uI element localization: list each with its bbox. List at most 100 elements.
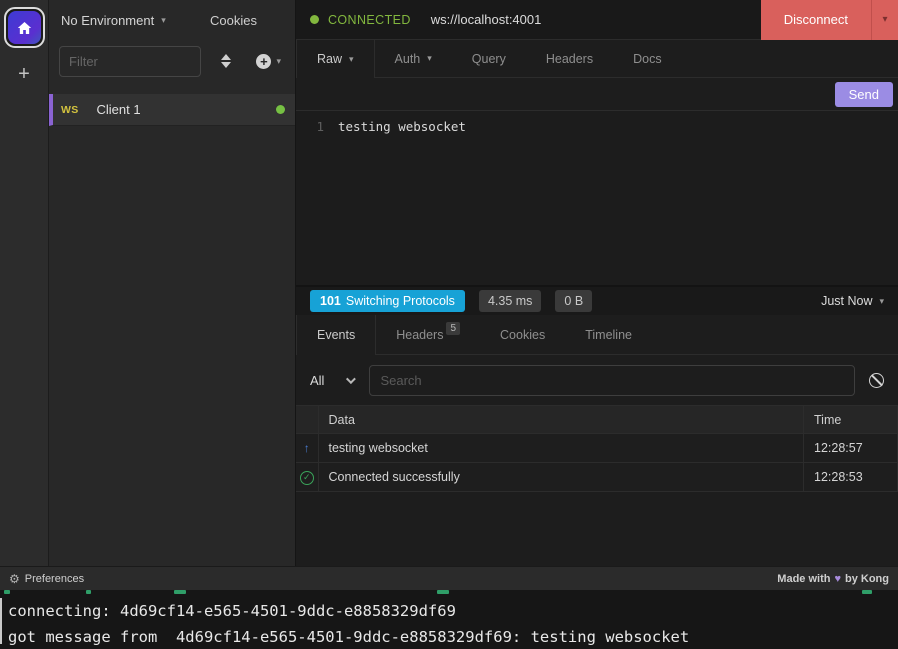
tab-timeline[interactable]: Timeline [565, 315, 652, 354]
event-row-outgoing[interactable]: ↑ testing websocket 12:28:57 [296, 434, 898, 463]
status-footer: ⚙ Preferences Made with ♥ by Kong [0, 566, 898, 590]
sidebar-filter-input[interactable] [59, 46, 201, 77]
tab-docs[interactable]: Docs [613, 40, 681, 77]
event-search-input[interactable] [369, 365, 855, 396]
clipped-terminal-text [174, 590, 186, 594]
send-button[interactable]: Send [835, 82, 893, 107]
preferences-button[interactable]: ⚙ Preferences [9, 572, 84, 586]
terminal[interactable]: connecting: 4d69cf14-e565-4501-9ddc-e885… [0, 590, 898, 649]
tab-response-cookies[interactable]: Cookies [480, 315, 565, 354]
tab-auth-label: Auth [395, 52, 421, 66]
sidebar: No Environment ▾ Cookies + ▾ WS Client 1 [48, 0, 296, 566]
ws-protocol-tag: WS [61, 104, 79, 116]
tab-query-label: Query [472, 52, 506, 66]
clear-events-icon[interactable] [869, 373, 884, 388]
chevron-down-icon: ▾ [427, 54, 432, 63]
client-name: Client 1 [97, 102, 141, 117]
websocket-url[interactable]: ws://localhost:4001 [431, 12, 542, 27]
clipped-terminal-text [4, 590, 10, 594]
tab-raw[interactable]: Raw ▾ [296, 40, 375, 78]
events-table-header: Data Time [296, 406, 898, 434]
event-data-cell: testing websocket [318, 434, 804, 463]
new-project-button[interactable]: + [18, 64, 30, 84]
headers-count-badge: 5 [446, 322, 460, 335]
sent-message-icon: ↑ [304, 441, 310, 455]
tab-timeline-label: Timeline [585, 328, 632, 342]
sort-icon[interactable] [221, 54, 231, 68]
status-code: 101 [320, 294, 341, 308]
tab-response-headers[interactable]: Headers 5 [376, 315, 480, 354]
main-panel: CONNECTED ws://localhost:4001 Disconnect… [296, 0, 898, 566]
environment-label: No Environment [61, 13, 154, 28]
terminal-line: connecting: 4d69cf14-e565-4501-9ddc-e885… [8, 598, 898, 624]
disconnect-button[interactable]: Disconnect [761, 0, 871, 40]
home-button-ring [4, 7, 45, 48]
terminal-cursor [0, 598, 2, 644]
tab-headers[interactable]: Headers [526, 40, 613, 77]
sort-up-triangle [221, 54, 231, 60]
tab-auth[interactable]: Auth ▾ [375, 40, 452, 77]
clipped-terminal-text [437, 590, 449, 594]
data-column-header: Data [318, 406, 804, 434]
events-table: Data Time ↑ testing websocket 12:28:57 ✓… [296, 405, 898, 492]
connection-status-label: CONNECTED [328, 13, 411, 27]
event-time-cell: 12:28:57 [804, 434, 898, 463]
app-body: + No Environment ▾ Cookies + ▾ [0, 0, 898, 566]
terminal-output: connecting: 4d69cf14-e565-4501-9ddc-e885… [0, 590, 898, 649]
editor-content: testing websocket [338, 118, 466, 136]
sidebar-filter-row: + ▾ [49, 40, 295, 82]
response-status-bar: 101 Switching Protocols 4.35 ms 0 B Just… [296, 285, 898, 315]
tab-events-label: Events [317, 328, 355, 342]
tab-docs-label: Docs [633, 52, 661, 66]
chevron-down-icon: ▾ [349, 55, 354, 64]
event-icon-cell: ✓ [296, 463, 318, 492]
event-data-cell: Connected successfully [318, 463, 804, 492]
tab-raw-label: Raw [317, 52, 342, 66]
chevron-down-icon: ▾ [276, 57, 281, 66]
chevron-down-icon: ▾ [882, 15, 887, 25]
event-row-connected[interactable]: ✓ Connected successfully 12:28:53 [296, 463, 898, 492]
credit-prefix: Made with [777, 573, 830, 585]
tab-query[interactable]: Query [452, 40, 526, 77]
environment-selector[interactable]: No Environment ▾ [61, 13, 210, 28]
kong-credit: Made with ♥ by Kong [777, 573, 889, 585]
size-chip: 0 B [555, 290, 592, 312]
event-type-select[interactable]: All [310, 373, 369, 388]
disconnect-dropdown-button[interactable]: ▾ [871, 0, 898, 40]
preferences-label: Preferences [25, 573, 84, 585]
connected-check-icon: ✓ [300, 471, 314, 485]
home-icon [16, 20, 33, 36]
activity-rail: + [0, 0, 48, 566]
tab-events[interactable]: Events [296, 315, 376, 355]
request-tabs: Raw ▾ Auth ▾ Query Headers Docs [296, 40, 898, 78]
cookies-button[interactable]: Cookies [210, 13, 257, 28]
event-filter-row: All [296, 355, 898, 405]
chevron-down-icon: ▾ [879, 297, 884, 306]
url-bar: CONNECTED ws://localhost:4001 Disconnect… [296, 0, 898, 40]
tab-headers-label: Headers [546, 52, 593, 66]
icon-column-header [296, 406, 318, 434]
chevron-down-icon: ▾ [161, 16, 166, 25]
home-button[interactable] [8, 11, 41, 44]
event-icon-cell: ↑ [296, 434, 318, 463]
send-row: Send [296, 78, 898, 111]
create-request-button[interactable]: + ▾ [256, 54, 281, 69]
response-tabs: Events Headers 5 Cookies Timeline [296, 315, 898, 355]
response-history-dropdown[interactable]: Just Now ▾ [821, 294, 884, 308]
message-editor[interactable]: 1 testing websocket [296, 111, 898, 285]
insomnia-app: + No Environment ▾ Cookies + ▾ [0, 0, 898, 649]
duration-chip: 4.35 ms [479, 290, 541, 312]
status-reason: Switching Protocols [346, 294, 455, 308]
line-number: 1 [296, 118, 338, 136]
clipped-terminal-text [862, 590, 872, 594]
clipped-terminal-text [86, 590, 91, 594]
sidebar-item-ws-client[interactable]: WS Client 1 [49, 94, 295, 126]
sort-down-triangle [221, 62, 231, 68]
sidebar-header: No Environment ▾ Cookies [49, 0, 295, 40]
chevron-down-icon [346, 374, 356, 384]
editor-line: 1 testing websocket [296, 118, 898, 136]
credit-suffix: by Kong [845, 573, 889, 585]
plus-circle-icon: + [256, 54, 271, 69]
heart-icon: ♥ [834, 573, 841, 585]
gear-icon: ⚙ [9, 572, 20, 586]
